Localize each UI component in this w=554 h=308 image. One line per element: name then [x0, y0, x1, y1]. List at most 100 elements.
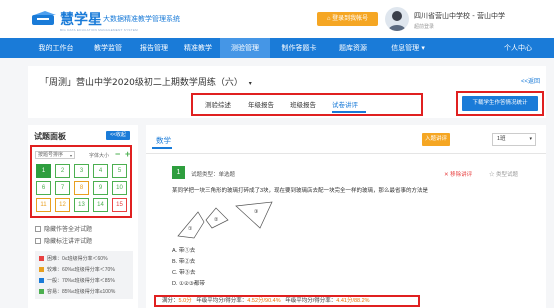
class-select-value: 1班: [497, 136, 506, 142]
question-cell[interactable]: 7: [55, 181, 70, 195]
question-cell[interactable]: 6: [36, 181, 51, 195]
subject-tab[interactable]: 数学: [156, 135, 171, 146]
avatar[interactable]: [385, 7, 409, 31]
panel-title: 试题面板: [34, 132, 66, 141]
broken-triangle-figure: ① ② ③: [177, 201, 273, 239]
chevron-down-icon: ▾: [248, 80, 252, 87]
logo-icon: [32, 11, 56, 25]
question-cell[interactable]: 9: [93, 181, 108, 195]
nav-personal-center[interactable]: 个人中心: [494, 38, 542, 58]
question-type: 试题类型：单选题: [191, 172, 236, 178]
option-a: A. 带①去: [172, 248, 196, 254]
question-cell[interactable]: 5: [112, 164, 127, 178]
question-cell[interactable]: 12: [55, 198, 70, 212]
figure-label-1: ①: [188, 226, 193, 232]
nav-answer-sheet[interactable]: 制作答题卡: [272, 38, 326, 58]
tab-exam-overview[interactable]: 测验综述: [205, 99, 231, 109]
chevron-down-icon: ▾: [69, 153, 72, 158]
logo-tagline: BIG DATA EDUCATION MANAGEMENT SYSTEM: [60, 28, 138, 32]
score-summary: 满分：5.0分 年级平均分/得分率：4.52分/90.4% 年级平均分/得分率：…: [154, 295, 420, 307]
class-select[interactable]: 1班 ▾: [492, 133, 536, 146]
main-navbar: 我的工作台 教学监管 报告管理 精准教学 测验管理 制作答题卡 题库资源 信息管…: [0, 38, 554, 58]
logo-text: 慧学星: [60, 12, 102, 28]
hide-correct-checkbox[interactable]: 隐藏作答全对试题: [35, 224, 92, 233]
checkbox-icon: [35, 226, 41, 232]
add-review-button[interactable]: 入题讲评: [422, 133, 450, 146]
nav-precision-teaching[interactable]: 精准教学: [176, 38, 220, 58]
font-increase-button[interactable]: +: [125, 149, 130, 159]
font-decrease-button[interactable]: −: [115, 149, 120, 159]
legend-item-medium: 一般：70%≤班级得分率＜85%: [39, 277, 115, 284]
question-cell[interactable]: 8: [74, 181, 89, 195]
nav-report-management[interactable]: 报告管理: [132, 38, 176, 58]
hide-correct-label: 隐藏作答全对试题: [44, 227, 93, 233]
question-cell[interactable]: 10: [112, 181, 127, 195]
active-tab-indicator: [332, 111, 366, 113]
full-score-label: 满分：: [162, 298, 179, 304]
tab-paper-review[interactable]: 试卷讲评: [332, 99, 358, 109]
question-review-panel: 数学 入题讲评 1班 ▾ 1 试题类型：单选题 ✕ 移除讲评 ☆ 类型试题 某同…: [146, 125, 546, 308]
download-stats-button[interactable]: 下载学生作答情况统计: [462, 96, 538, 111]
similar-questions-link[interactable]: ☆ 类型试题: [489, 170, 518, 178]
nav-teaching-supervision[interactable]: 教学监管: [86, 38, 130, 58]
question-cell[interactable]: 4: [93, 164, 108, 178]
nav-info-management[interactable]: 信息管理 ▾: [378, 38, 438, 58]
class-average-value: 4.41分/88.2%: [336, 298, 370, 304]
question-cell[interactable]: 13: [74, 198, 89, 212]
nav-workbench[interactable]: 我的工作台: [30, 38, 82, 58]
legend-swatch: [39, 267, 44, 272]
sort-select-value: 按题号排序: [38, 152, 64, 158]
nav-exam-management[interactable]: 测验管理: [220, 38, 270, 58]
option-b: B. 带②去: [172, 259, 196, 265]
sort-select[interactable]: 按题号排序 ▾: [35, 151, 75, 159]
remove-review-link[interactable]: ✕ 移除讲评: [444, 170, 472, 178]
top-header: 慧学星 大数据精准教学管理系统 BIG DATA EDUCATION MANAG…: [0, 0, 554, 38]
question-cell[interactable]: 3: [74, 164, 89, 178]
figure-label-2: ②: [214, 217, 219, 223]
school-subtext[interactable]: 超前登录: [414, 23, 434, 30]
full-score-value: 5.0分: [178, 298, 192, 304]
report-title[interactable]: 「周测」营山中学2020级初二上期数学周练（六） ▾: [40, 75, 252, 88]
grade-average-value: 4.52分/90.4%: [247, 298, 281, 304]
user-avatar-icon: [388, 11, 406, 31]
nav-question-bank[interactable]: 题库资源: [330, 38, 376, 58]
question-number-badge: 1: [172, 166, 185, 179]
question-cell[interactable]: 2: [55, 164, 70, 178]
legend-label: 容易：85%≤班级得分率≤100%: [47, 289, 116, 295]
school-name: 四川省营山中学校 - 营山中学: [414, 12, 505, 20]
legend-item-fairly-hard: 较难：60%≤班级得分率＜70%: [39, 266, 115, 273]
difficulty-legend: 困难：0≤班级得分率＜60% 较难：60%≤班级得分率＜70% 一般：70%≤班…: [35, 251, 133, 299]
legend-item-easy: 容易：85%≤班级得分率≤100%: [39, 288, 115, 295]
question-panel: 试题面板 <<收起 按题号排序 ▾ 字体大小 − + 隐藏作答全对试题 隐藏标注…: [28, 125, 138, 308]
legend-swatch: [39, 278, 44, 283]
tab-class-report[interactable]: 班级报告: [290, 99, 316, 109]
question-cell[interactable]: 15: [112, 198, 127, 212]
grade-average-label: 年级平均分/得分率：: [196, 298, 248, 304]
question-cell[interactable]: 14: [93, 198, 108, 212]
report-title-text: 「周测」营山中学2020级初二上期数学周练（六）: [40, 78, 243, 88]
question-text: 某同学把一块三角形的玻璃打碎成了3块，现在要到玻璃店去配一块完全一样的玻璃，那么…: [172, 188, 429, 194]
font-size-label: 字体大小: [89, 153, 110, 159]
logo-subtitle: 大数据精准教学管理系统: [103, 15, 180, 23]
tab-grade-report[interactable]: 年级报告: [248, 99, 274, 109]
legend-label: 困难：0≤班级得分率＜60%: [47, 256, 108, 262]
return-account-label: 登录到我帐号: [332, 16, 369, 22]
legend-label: 一般：70%≤班级得分率＜85%: [47, 278, 115, 284]
legend-item-hard: 困难：0≤班级得分率＜60%: [39, 255, 108, 262]
hide-explained-checkbox[interactable]: 隐藏标注讲评试题: [35, 236, 92, 245]
legend-swatch: [39, 256, 44, 261]
back-link[interactable]: <<返回: [521, 76, 540, 85]
return-account-button[interactable]: ⌂ 登录到我帐号: [317, 12, 378, 26]
collapse-button[interactable]: <<收起: [106, 131, 130, 140]
hide-explained-label: 隐藏标注讲评试题: [44, 239, 93, 245]
legend-swatch: [39, 289, 44, 294]
figure-label-3: ③: [254, 209, 258, 215]
class-average-label: 年级平均分/得分率：: [285, 298, 337, 304]
question-cell[interactable]: 11: [36, 198, 51, 212]
legend-label: 较难：60%≤班级得分率＜70%: [47, 267, 115, 273]
chevron-down-icon: ▾: [529, 136, 532, 142]
option-c: C. 带③去: [172, 270, 196, 276]
subject-tab-indicator: [152, 147, 172, 149]
report-header-card: 「周测」营山中学2020级初二上期数学周练（六） ▾ <<返回 测验综述 年级报…: [28, 66, 546, 118]
question-cell[interactable]: 1: [36, 164, 51, 178]
